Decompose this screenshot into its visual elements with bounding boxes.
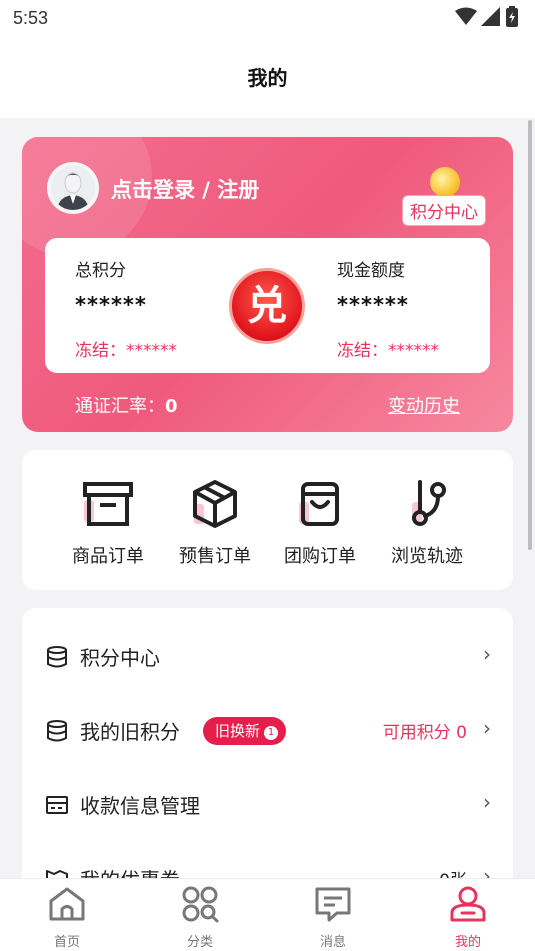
menu-list: 积分中心 › 我的旧积分 旧换新1 可用积分 0 › 收款信息管理 › 我的优惠…: [22, 608, 513, 892]
orders-panel: 商品订单 预售订单 团购订单 浏览轨迹: [22, 450, 513, 590]
total-points-label: 总积分: [75, 261, 126, 281]
menu-label-points-center: 积分中心: [80, 646, 160, 670]
signal-icon: [481, 7, 500, 26]
database-icon: [47, 646, 67, 668]
avatar[interactable]: [47, 162, 99, 214]
coin-icon: [430, 167, 460, 197]
scrollbar[interactable]: [528, 120, 532, 550]
menu-item-points-center[interactable]: 积分中心 ›: [22, 620, 513, 694]
title-bar: 我的: [0, 38, 535, 118]
chevron-right-icon: ›: [483, 790, 491, 814]
order-group-buy-label: 团购订单: [284, 546, 356, 567]
box-archive-icon: [83, 482, 133, 526]
menu-label-payment-info: 收款信息管理: [80, 794, 200, 818]
home-icon: [49, 887, 85, 921]
chevron-right-icon: ›: [483, 642, 491, 666]
order-group-buy[interactable]: 团购订单: [264, 478, 376, 568]
order-goods-label: 商品订单: [72, 546, 144, 567]
browse-history[interactable]: 浏览轨迹: [371, 478, 483, 568]
tab-home[interactable]: 首页: [27, 885, 107, 950]
available-points-value: 可用积分 0: [382, 723, 467, 743]
points-center-button[interactable]: 积分中心: [402, 195, 486, 226]
profile-icon: [450, 886, 486, 922]
cash-limit-label: 现金额度: [337, 261, 405, 281]
status-time: 5:53: [13, 8, 49, 28]
order-presale[interactable]: 预售订单: [159, 478, 271, 568]
status-icons: [455, 6, 519, 28]
trade-in-badge[interactable]: 旧换新 1: [203, 717, 287, 745]
change-history-link[interactable]: 变动历史: [388, 392, 460, 418]
branch-route-icon: [412, 480, 446, 526]
category-grid-icon: [182, 886, 219, 923]
user-avatar-icon: [51, 166, 95, 210]
total-points-value: ******: [75, 293, 147, 317]
database-icon: [47, 720, 67, 742]
tab-profile-label: 我的: [454, 935, 481, 950]
tab-category-label: 分类: [186, 935, 213, 950]
account-card: 点击登录 / 注册 积分中心 总积分 ****** 冻结：****** 兑 现金…: [22, 137, 513, 432]
order-goods[interactable]: 商品订单: [52, 478, 164, 568]
cash-limit-value: ******: [337, 293, 409, 317]
menu-item-old-points[interactable]: 我的旧积分 旧换新 1 可用积分 0 ›: [22, 694, 513, 768]
package-cube-icon: [193, 480, 237, 528]
menu-label-old-points: 我的旧积分: [80, 720, 180, 744]
status-bar: 5:53: [0, 0, 535, 38]
tab-profile[interactable]: 我的: [428, 885, 508, 950]
token-rate-value: 0: [165, 396, 178, 417]
message-icon: [315, 887, 351, 922]
tab-messages[interactable]: 消息: [293, 885, 373, 950]
trade-in-badge-count: 1: [264, 726, 279, 740]
exchange-button[interactable]: 兑: [229, 268, 305, 344]
order-presale-label: 预售订单: [179, 546, 251, 567]
login-register-link[interactable]: 点击登录 / 注册: [111, 174, 259, 204]
token-rate-label: 通证汇率：: [75, 396, 165, 417]
chevron-right-icon: ›: [483, 716, 491, 740]
credit-card-icon: [46, 796, 68, 814]
total-points-frozen: 冻结：******: [75, 341, 177, 361]
wifi-icon: [455, 7, 477, 25]
browse-history-label: 浏览轨迹: [391, 546, 463, 567]
battery-icon: [506, 6, 518, 27]
menu-item-payment-info[interactable]: 收款信息管理 ›: [22, 768, 513, 842]
balance-panel: 总积分 ****** 冻结：****** 兑 现金额度 ****** 冻结：**…: [45, 238, 490, 373]
trade-in-badge-label: 旧换新: [215, 722, 261, 740]
token-rate: 通证汇率：0: [75, 392, 178, 418]
page-title: 我的: [247, 66, 288, 90]
tab-home-label: 首页: [53, 935, 80, 950]
tab-messages-label: 消息: [319, 935, 346, 950]
shopping-bag-icon: [299, 482, 339, 526]
cash-limit-frozen: 冻结：******: [337, 341, 439, 361]
bottom-tab-bar: 首页 分类 消息 我的: [0, 878, 535, 951]
tab-category[interactable]: 分类: [160, 885, 240, 950]
